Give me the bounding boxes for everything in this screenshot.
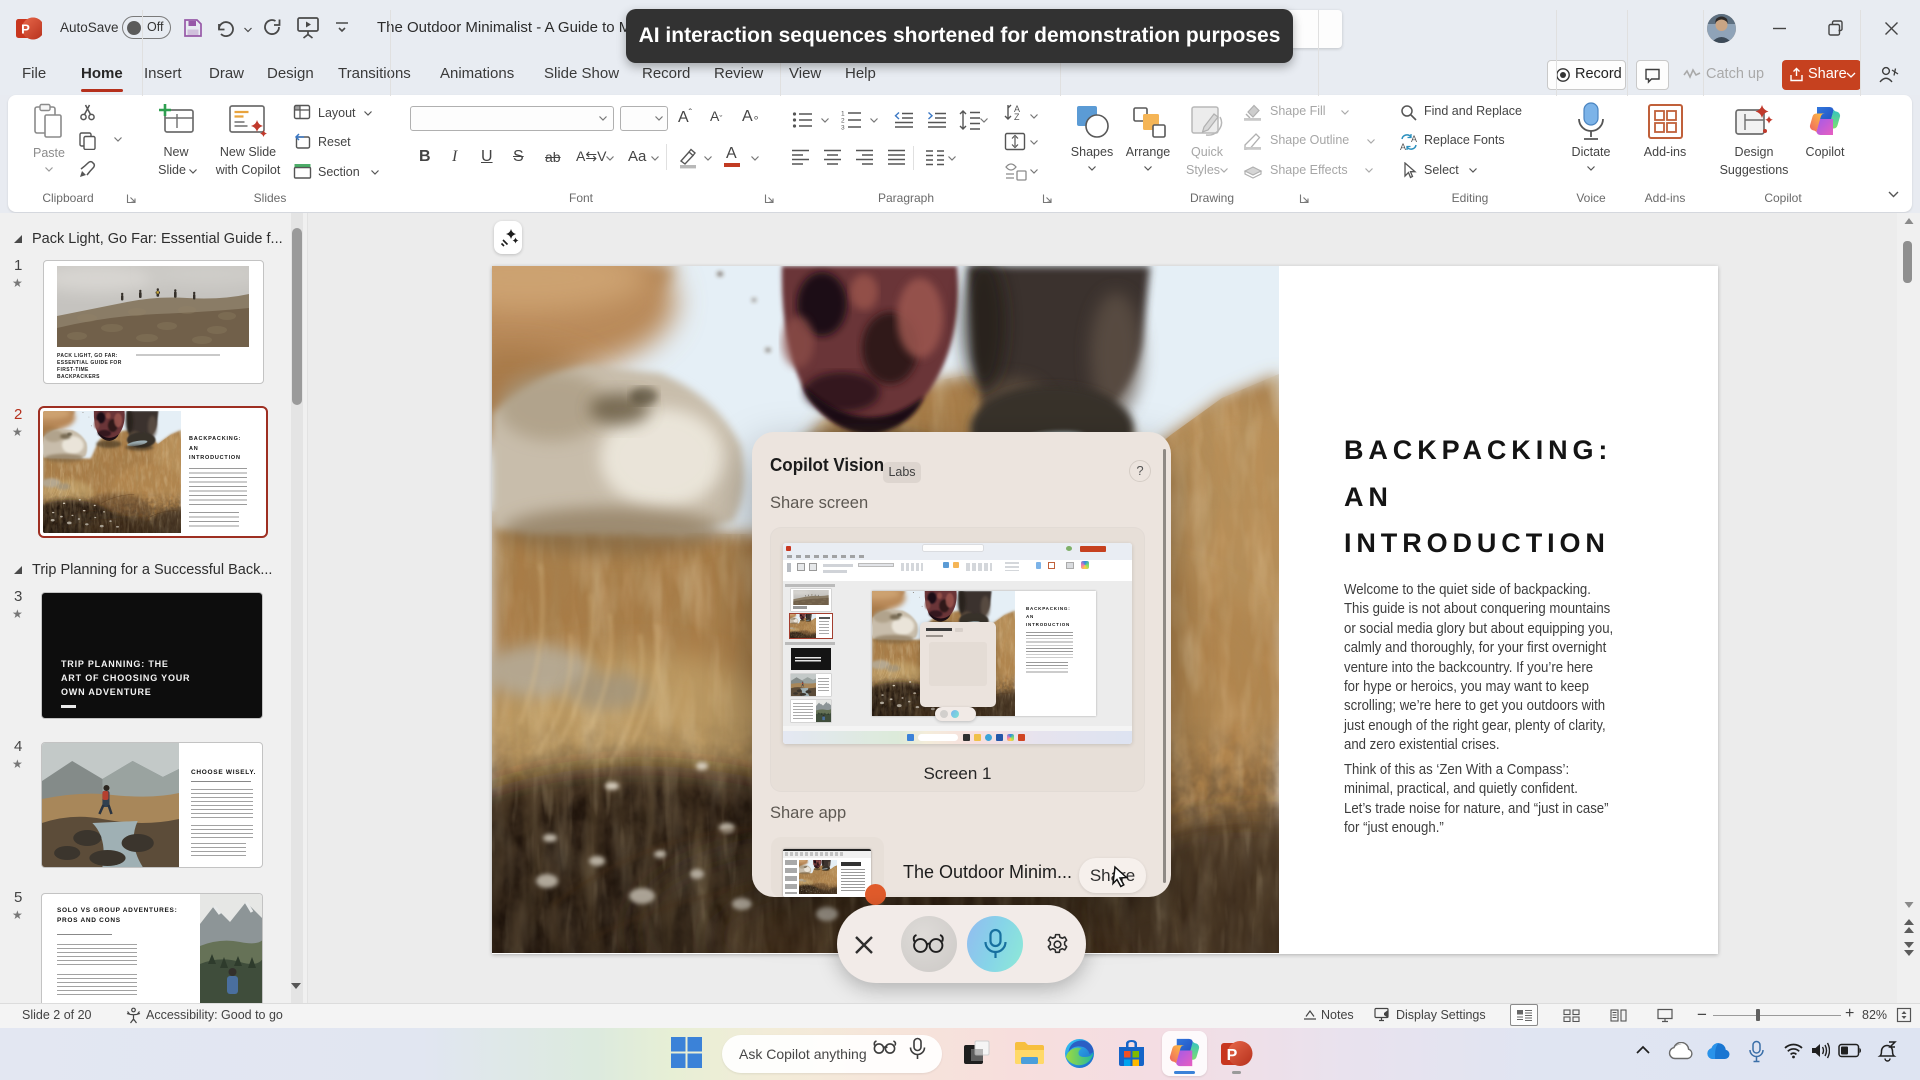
svg-text:2: 2 [841, 118, 845, 125]
svg-text:3: 3 [841, 125, 845, 131]
svg-text:1: 1 [841, 111, 845, 118]
svg-text:A: A [1411, 134, 1417, 144]
svg-text:P: P [1227, 1047, 1238, 1064]
svg-text:A: A [1400, 142, 1406, 151]
svg-text:Z: Z [1014, 112, 1020, 121]
svg-text:P: P [21, 22, 30, 37]
